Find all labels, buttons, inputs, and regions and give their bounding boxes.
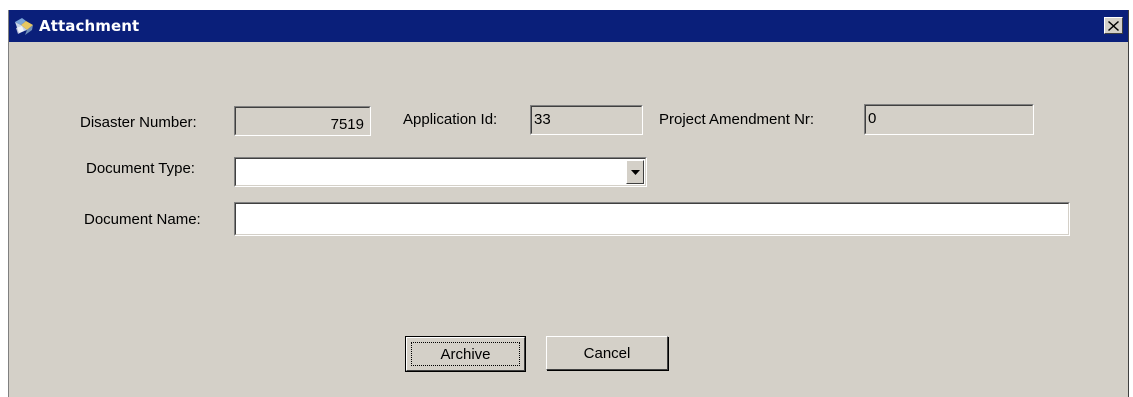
document-name-label: Document Name: (84, 211, 201, 228)
focus-indicator (411, 342, 520, 366)
window-title: Attachment (39, 17, 140, 35)
chevron-down-icon (630, 169, 640, 175)
cancel-button-label: Cancel (583, 344, 631, 362)
application-id-value: 33 (534, 111, 551, 128)
document-type-label: Document Type: (86, 160, 195, 177)
project-amendment-field: 0 (864, 104, 1034, 135)
document-name-input[interactable] (234, 202, 1070, 236)
document-type-combobox[interactable] (234, 157, 647, 187)
disaster-number-field: 7519 (234, 106, 371, 136)
project-amendment-label: Project Amendment Nr: (659, 111, 815, 128)
application-id-field: 33 (530, 105, 643, 135)
document-type-dropdown-button[interactable] (626, 160, 644, 184)
project-amendment-value: 0 (868, 110, 877, 127)
archive-button[interactable]: Archive (405, 336, 526, 372)
title-bar[interactable]: Attachment (9, 10, 1128, 42)
cancel-button[interactable]: Cancel (546, 336, 668, 370)
close-button[interactable] (1104, 17, 1123, 34)
disaster-number-value: 7519 (330, 116, 364, 133)
application-id-label: Application Id: (403, 111, 498, 128)
disaster-number-label: Disaster Number: (80, 114, 197, 131)
close-icon (1108, 20, 1119, 31)
attachment-dialog: Attachment Disaster Number: 7519 Applica… (8, 10, 1129, 397)
attachment-app-icon (13, 16, 35, 36)
